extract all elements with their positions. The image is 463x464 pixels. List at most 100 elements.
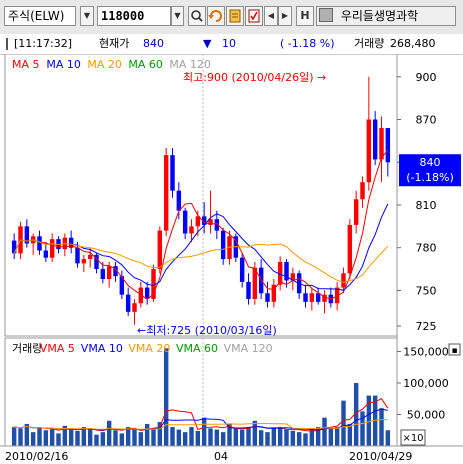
candle-body bbox=[176, 190, 182, 211]
volume-bar bbox=[201, 417, 207, 446]
quote-info-bar: [11:17:32] 현재가 840 ▼ 10 ( -1.18 %) 거래량 2… bbox=[0, 34, 463, 55]
candle-body bbox=[303, 293, 308, 302]
volume-bar bbox=[271, 428, 277, 446]
volume-bar bbox=[334, 427, 340, 446]
candle-body bbox=[372, 119, 378, 160]
high-price-annotation: 최고:900 (2010/04/26일) → bbox=[183, 70, 326, 84]
volume-pane-button-icon: ▪ bbox=[451, 346, 457, 356]
volume-bar bbox=[195, 430, 201, 446]
candle-body bbox=[132, 303, 137, 312]
price-change-pct: ( -1.18 %) bbox=[280, 37, 335, 50]
candle-body bbox=[182, 210, 188, 234]
volume-bar bbox=[265, 432, 270, 446]
candle-body bbox=[170, 155, 175, 191]
volume-bar bbox=[94, 434, 99, 446]
prev-arrow-icon[interactable]: ◀ bbox=[264, 6, 278, 26]
volume-bar bbox=[163, 348, 169, 446]
volume-bar bbox=[347, 423, 353, 446]
volume-bar bbox=[290, 430, 296, 446]
down-arrow-icon: ▼ bbox=[203, 37, 212, 50]
stock-name: 우리들생명과학 bbox=[340, 9, 419, 23]
volume-bar bbox=[284, 429, 289, 446]
price-legend-item: MA 60 bbox=[128, 58, 163, 71]
price-legend-item: MA 120 bbox=[169, 58, 211, 71]
candle-body bbox=[315, 293, 321, 302]
price-tick-label: 810 bbox=[416, 199, 437, 212]
candle-body bbox=[125, 294, 131, 312]
candle-body bbox=[341, 273, 346, 288]
candle-body bbox=[49, 239, 55, 258]
volume-bar bbox=[75, 430, 80, 446]
market-dropdown-icon[interactable]: ▼ bbox=[80, 6, 94, 26]
volume-bar bbox=[220, 432, 226, 446]
volume-bar bbox=[43, 430, 49, 446]
volume-legend-item: 거래량 bbox=[12, 342, 42, 355]
volume-bar bbox=[18, 428, 23, 446]
price-tick-label: 780 bbox=[416, 242, 437, 255]
current-price: 840 bbox=[143, 37, 164, 50]
volume-bar bbox=[100, 432, 106, 446]
volume-bar bbox=[144, 423, 150, 446]
candle-body bbox=[379, 128, 384, 160]
next-arrow-icon[interactable]: ▶ bbox=[278, 6, 292, 26]
code-dropdown-icon[interactable]: ▼ bbox=[171, 6, 184, 26]
candle-body bbox=[220, 230, 226, 260]
volume-bar bbox=[208, 428, 213, 446]
notes-icon[interactable] bbox=[226, 6, 244, 26]
candle-body bbox=[353, 199, 359, 225]
volume-bar bbox=[56, 433, 61, 446]
price-tick-label: 725 bbox=[416, 320, 437, 333]
market-select[interactable]: 주식(ELW) bbox=[4, 6, 76, 26]
volume-bar bbox=[328, 428, 334, 446]
stock-chart-window: 주식(ELW) ▼ 118000 ▼ ◀ ▶ H 우리들생명과학 [11:17: bbox=[0, 0, 463, 464]
refresh-icon[interactable] bbox=[207, 6, 225, 26]
candle-body bbox=[144, 287, 150, 299]
volume-multiplier: ×10 bbox=[402, 433, 423, 444]
volume-bar bbox=[385, 430, 391, 446]
checklist-icon[interactable] bbox=[245, 6, 263, 26]
history-button[interactable]: H bbox=[296, 6, 314, 26]
candle-body bbox=[106, 266, 112, 280]
volume-bar bbox=[106, 420, 112, 446]
volume-bar bbox=[341, 400, 346, 446]
candle-body bbox=[189, 226, 194, 234]
volume-bar bbox=[119, 433, 125, 446]
volume-legend-item: VMA 20 bbox=[128, 342, 170, 355]
volume-legend-item: VMA 10 bbox=[81, 342, 123, 355]
candle-body bbox=[157, 230, 163, 270]
volume-bar bbox=[87, 428, 93, 446]
candle-body bbox=[309, 293, 315, 302]
candle-body bbox=[385, 128, 391, 163]
volume-bar bbox=[309, 429, 315, 446]
candle-body bbox=[11, 240, 17, 254]
volume-value: 268,480 bbox=[390, 37, 436, 50]
volume-bar bbox=[252, 420, 258, 446]
volume-bar bbox=[170, 427, 175, 446]
volume-bar bbox=[303, 433, 308, 446]
volume-bar bbox=[49, 428, 55, 446]
candle-body bbox=[37, 236, 42, 251]
volume-bar bbox=[113, 430, 118, 446]
volume-bar bbox=[182, 432, 188, 446]
volume-bar bbox=[296, 432, 302, 446]
candle-body bbox=[265, 293, 270, 302]
bar-marker bbox=[6, 38, 8, 50]
volume-bar bbox=[11, 427, 17, 446]
search-icon[interactable] bbox=[188, 6, 206, 26]
stock-code-input[interactable]: 118000 bbox=[97, 6, 171, 26]
price-change: 10 bbox=[222, 37, 236, 50]
volume-bar bbox=[68, 429, 74, 446]
price-tick-label: 870 bbox=[416, 114, 437, 127]
volume-tick-label: 100,000 bbox=[403, 377, 449, 390]
low-price-annotation: ←최저:725 (2010/03/16일) bbox=[137, 323, 277, 337]
x-axis-label: 04 bbox=[214, 450, 228, 463]
candle-body bbox=[75, 247, 80, 264]
volume-legend-item: VMA 5 bbox=[40, 342, 75, 355]
volume-bar bbox=[138, 432, 144, 446]
volume-bar bbox=[125, 427, 131, 446]
volume-tick-label: 50,000 bbox=[407, 408, 446, 421]
price-legend-item: MA 5 bbox=[12, 58, 40, 71]
volume-bar bbox=[37, 427, 42, 446]
volume-bar bbox=[30, 432, 36, 446]
quote-time: [11:17:32] bbox=[14, 37, 72, 50]
